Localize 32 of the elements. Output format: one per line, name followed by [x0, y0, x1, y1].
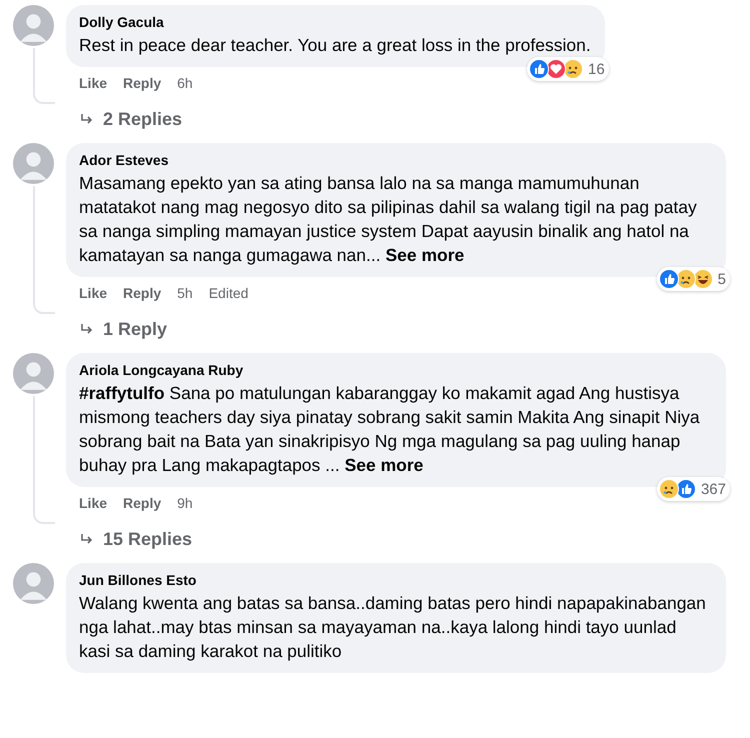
- reaction-summary[interactable]: 367: [656, 477, 730, 501]
- comment-text: Walang kwenta ang batas sa bansa..daming batas pero hindi napapakinabangan nga lahat..may btas minsan sa mayayaman na..kaya lalong hindi tayo uunlad kasi sa daming karakot na pulitiko: [79, 592, 707, 663]
- timestamp[interactable]: 6h: [177, 75, 193, 95]
- reaction-count: 16: [588, 60, 605, 78]
- author-name[interactable]: Jun Billones Esto: [79, 572, 712, 588]
- reaction-count: 367: [700, 480, 726, 498]
- timestamp[interactable]: 5h: [177, 285, 193, 305]
- author-name[interactable]: Ador Esteves: [79, 152, 712, 168]
- author-name[interactable]: Dolly Gacula: [79, 14, 591, 30]
- avatar[interactable]: [13, 5, 54, 46]
- reaction-summary[interactable]: 5: [656, 267, 730, 291]
- comment-text: Rest in peace dear teacher. You are a great loss in the profession.: [79, 34, 591, 57]
- action-link[interactable]: Reply: [123, 75, 162, 95]
- reaction-count: 5: [718, 270, 726, 288]
- author-name[interactable]: Ariola Longcayana Ruby: [79, 362, 712, 378]
- action-link[interactable]: Reply: [123, 495, 162, 515]
- thread-line: [32, 48, 54, 104]
- action-link[interactable]: Like: [79, 75, 108, 95]
- avatar[interactable]: [13, 353, 54, 394]
- action-link[interactable]: Like: [79, 285, 108, 305]
- avatar[interactable]: [13, 143, 54, 184]
- action-link[interactable]: Like: [79, 495, 108, 515]
- reaction-summary[interactable]: 16: [527, 57, 609, 81]
- comment-text: Masamang epekto yan sa ating bansa lalo na sa manga mamumuhunan matatakot nang mag negosyo dito sa pilipinas dahil sa walang tigil na pag patay sa nanga simpling mamayan justice system Dapat aayusin binalik ang hatol na kamatayan sa nanga gumagawa nan... See more: [79, 172, 698, 267]
- view-replies-link[interactable]: 1 Reply: [66, 305, 750, 348]
- action-link[interactable]: Reply: [123, 285, 162, 305]
- view-replies-link[interactable]: 2 Replies: [66, 95, 750, 138]
- edited-label: Edited: [208, 285, 248, 303]
- view-replies-link[interactable]: 15 Replies: [66, 515, 750, 558]
- timestamp[interactable]: 9h: [177, 495, 193, 515]
- comment-text: #raffytulfo Sana po matulungan kabaranggay ko makamit agad Ang hustisya mismong teachers day siya pinatay sobrang sakit samin Makita Ang sinapit Niya sobrang bait na Bata yan sinakripisyo Ng mga magulang sa pag uuling hanap buhay pra Lang makapagtapos ... See more: [79, 382, 701, 477]
- avatar[interactable]: [13, 563, 54, 604]
